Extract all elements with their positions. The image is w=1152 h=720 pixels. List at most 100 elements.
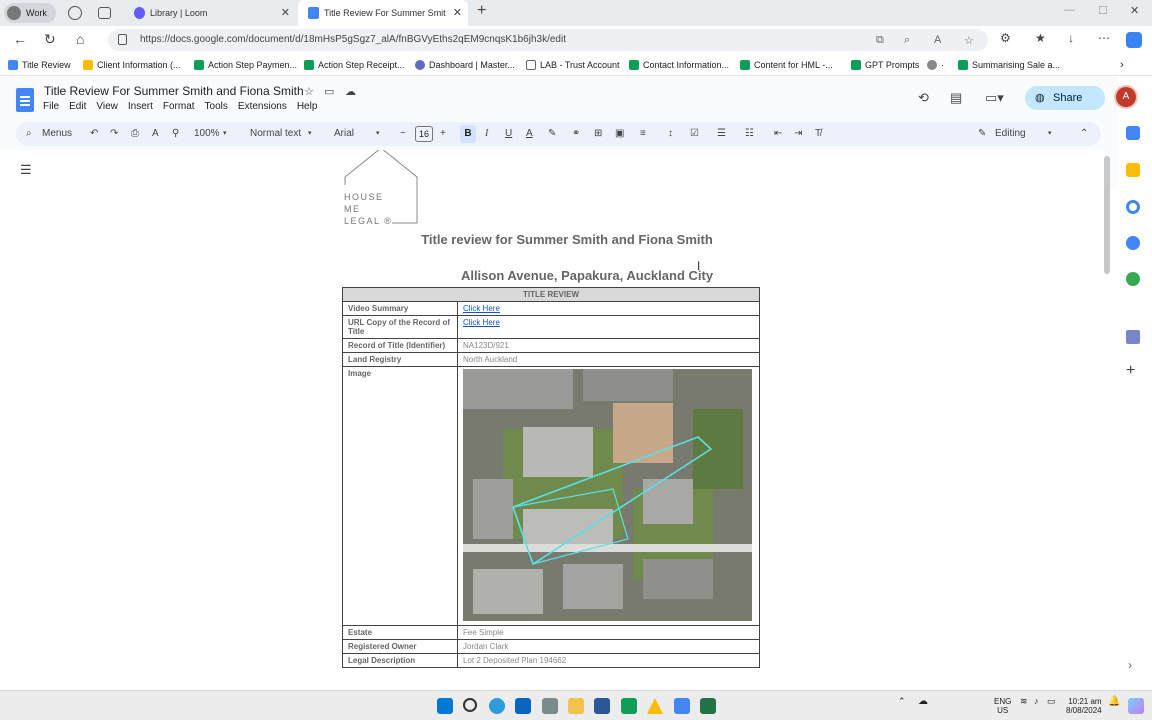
search-icon[interactable] <box>463 698 477 712</box>
menu-view[interactable]: View <box>96 101 118 112</box>
menu-insert[interactable]: Insert <box>128 101 153 112</box>
insert-link-icon[interactable]: ⚭ <box>572 122 580 146</box>
open-in-app-icon[interactable]: ⧉ <box>876 34 884 47</box>
extensions-icon[interactable]: ⚙ <box>1000 31 1011 45</box>
refresh-icon[interactable]: ↻ <box>44 31 56 48</box>
font-select[interactable]: Arial <box>334 122 354 146</box>
document-heading[interactable]: Title review for Summer Smith and Fiona … <box>342 232 792 247</box>
bookmark-content-for-hml[interactable]: Content for HML -... <box>740 57 833 73</box>
search-menus-icon[interactable]: ⌕ <box>26 122 32 146</box>
document-subheading[interactable]: Allison Avenue, Papakura, Auckland City <box>362 268 812 283</box>
increase-font-icon[interactable]: + <box>440 122 446 146</box>
new-tab-button[interactable]: + <box>477 2 486 20</box>
print-icon[interactable]: ⎙ <box>131 122 139 146</box>
app-icon[interactable] <box>542 698 558 714</box>
comments-icon[interactable]: ▤ <box>950 90 962 106</box>
more-menu-icon[interactable]: ⋯ <box>1098 31 1110 45</box>
get-addons-icon[interactable]: + <box>1126 362 1135 380</box>
maximize-icon[interactable]: ☐ <box>1098 4 1108 17</box>
document-outline-icon[interactable]: ☰ <box>20 162 32 178</box>
url-text[interactable]: https://docs.google.com/document/d/18mHs… <box>140 29 566 51</box>
contacts-icon[interactable] <box>1126 236 1140 250</box>
tasks-icon[interactable] <box>1126 200 1140 214</box>
undo-icon[interactable]: ↶ <box>90 122 98 146</box>
decrease-font-icon[interactable]: − <box>400 122 406 146</box>
edge-icon[interactable] <box>489 698 505 714</box>
numbered-list-icon[interactable]: ☷ <box>745 122 754 146</box>
tab-loom[interactable]: Library | Loom ✕ <box>124 0 296 26</box>
language-indicator[interactable]: ENG US <box>994 697 1011 715</box>
menu-file[interactable]: File <box>43 101 59 112</box>
bookmark-contact-information[interactable]: Contact Information... <box>629 57 729 73</box>
video-summary-link[interactable]: Click Here <box>463 304 500 313</box>
star-icon[interactable]: ☆ <box>304 85 314 98</box>
addon-icon[interactable] <box>1126 330 1140 344</box>
line-spacing-icon[interactable]: ↕ <box>668 122 673 146</box>
underline-button[interactable]: U <box>505 122 512 146</box>
zoom-icon[interactable]: ⌕ <box>904 34 910 47</box>
calendar-icon[interactable] <box>1126 126 1140 140</box>
battery-icon[interactable]: ▭ <box>1047 697 1056 706</box>
favorite-star-icon[interactable]: ☆ <box>964 34 974 47</box>
hide-menus-icon[interactable]: ⌃ <box>1080 122 1088 146</box>
add-comment-icon[interactable]: ⊞ <box>594 122 602 146</box>
read-aloud-icon[interactable]: A <box>934 34 941 46</box>
bookmark-action-step-receipt[interactable]: Action Step Receipt... <box>304 57 405 73</box>
version-history-icon[interactable]: ⟲ <box>918 90 929 106</box>
share-button[interactable]: ◍ Share ▾ <box>1025 86 1119 110</box>
menu-edit[interactable]: Edit <box>69 101 86 112</box>
document-canvas[interactable]: ☰ HOUSE ME LEGAL ® Title review for Summ… <box>0 150 1104 690</box>
close-window-icon[interactable]: ✕ <box>1130 4 1139 17</box>
profile-button[interactable]: Work <box>4 3 56 23</box>
spellcheck-icon[interactable]: A <box>152 122 159 146</box>
word-icon[interactable] <box>594 698 610 714</box>
wifi-icon[interactable]: ≋ <box>1020 697 1028 706</box>
file-explorer-icon[interactable] <box>568 698 584 714</box>
bookmark-dashboard[interactable]: Dashboard | Master... <box>415 57 515 73</box>
downloads-icon[interactable]: ↓ <box>1068 31 1074 45</box>
record-of-title-link[interactable]: Click Here <box>463 318 500 327</box>
back-icon[interactable]: ← <box>13 31 27 47</box>
bookmark-lab-trust-account[interactable]: LAB - Trust Account <box>526 57 620 73</box>
notifications-icon[interactable]: 🔔 <box>1108 697 1120 707</box>
bookmark-gpt-prompts[interactable]: GPT Prompts <box>851 57 919 73</box>
clock[interactable]: 10:21 am 8/08/2024 <box>1066 697 1102 715</box>
bookmark-client-information[interactable]: Client Information (... <box>83 57 181 73</box>
expand-panel-icon[interactable]: › <box>1128 658 1132 672</box>
minimize-icon[interactable]: — <box>1064 4 1075 16</box>
checklist-icon[interactable]: ☑ <box>690 122 699 146</box>
docs-taskbar-icon[interactable] <box>674 698 690 714</box>
workspaces-icon[interactable] <box>68 6 82 20</box>
editing-mode-select[interactable]: Editing <box>995 122 1026 146</box>
bookmark-chatgpt[interactable]: · <box>927 57 944 73</box>
menu-tools[interactable]: Tools <box>205 101 228 112</box>
account-avatar[interactable]: A <box>1116 87 1136 107</box>
document-title[interactable]: Title Review For Summer Smith and Fiona … <box>44 84 304 98</box>
maps-icon[interactable] <box>1126 272 1140 286</box>
drive-taskbar-icon[interactable] <box>647 698 663 714</box>
aerial-property-image[interactable] <box>463 369 752 621</box>
bookmarks-overflow-icon[interactable]: › <box>1120 57 1124 73</box>
sheets-taskbar-icon[interactable] <box>621 698 637 714</box>
docs-home-icon[interactable] <box>16 88 34 112</box>
copilot-icon[interactable] <box>1126 32 1142 48</box>
bookmark-action-step-payment[interactable]: Action Step Paymen... <box>194 57 297 73</box>
vertical-scrollbar[interactable] <box>1104 156 1110 274</box>
tab-actions-icon[interactable] <box>98 7 111 19</box>
decrease-indent-icon[interactable]: ⇤ <box>774 122 782 146</box>
increase-indent-icon[interactable]: ⇥ <box>794 122 802 146</box>
start-icon[interactable] <box>437 698 453 714</box>
bold-button[interactable]: B <box>460 125 476 143</box>
search-menus-label[interactable]: Menus <box>42 122 72 146</box>
insert-image-icon[interactable]: ▣ <box>615 122 624 146</box>
url-bar[interactable]: https://docs.google.com/document/d/18mHs… <box>108 29 988 51</box>
onedrive-icon[interactable]: ☁ <box>918 697 928 707</box>
font-size-input[interactable]: 16 <box>415 126 433 142</box>
italic-button[interactable]: I <box>485 122 488 146</box>
excel-icon[interactable] <box>700 698 716 714</box>
menu-extensions[interactable]: Extensions <box>238 101 287 112</box>
style-select[interactable]: Normal text <box>250 122 301 146</box>
tab-title-review[interactable]: Title Review For Summer Smith a ✕ <box>298 0 468 26</box>
close-tab-icon[interactable]: ✕ <box>453 0 462 26</box>
bulleted-list-icon[interactable]: ☰ <box>717 122 726 146</box>
